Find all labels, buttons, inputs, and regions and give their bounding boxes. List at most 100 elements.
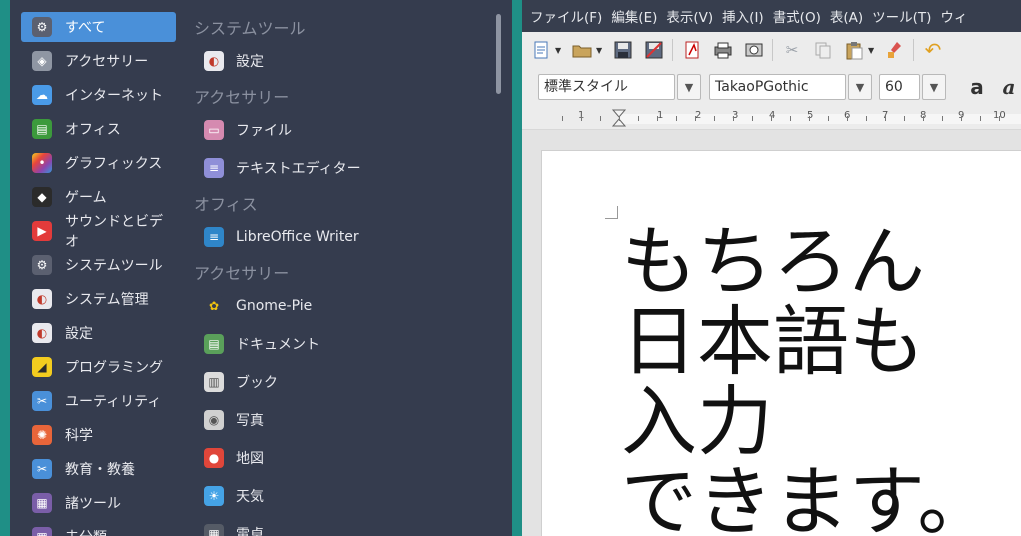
writer-icon: ≡	[204, 227, 224, 247]
menu-item[interactable]: 表示(V)	[666, 6, 713, 26]
text-boundary-corner	[605, 206, 618, 219]
print-preview-icon[interactable]	[742, 38, 766, 62]
app-label: 設定	[236, 54, 264, 70]
category-label: ゲーム	[65, 190, 107, 206]
new-dropdown-icon[interactable]: ▼	[555, 46, 563, 55]
science-icon: ✺	[32, 425, 52, 445]
ruler-tick	[866, 116, 867, 121]
category-item[interactable]: ✂ 教育・教養	[21, 454, 176, 484]
menu-item[interactable]: ツール(T)	[872, 6, 931, 26]
scissors-icon: ✂	[32, 459, 52, 479]
new-document-icon[interactable]	[529, 38, 553, 62]
category-item[interactable]: ▦ 諸ツール	[21, 488, 176, 518]
book-icon: ▥	[204, 372, 224, 392]
category-label: ユーティリティ	[65, 394, 162, 410]
category-item[interactable]: ⚙ システムツール	[21, 250, 176, 280]
export-pdf-icon[interactable]	[680, 38, 704, 62]
category-item[interactable]: • グラフィックス	[21, 148, 176, 178]
toolbar-separator	[913, 39, 914, 61]
font-name-input[interactable]: TakaoPGothic	[709, 74, 846, 100]
menu-item[interactable]: 書式(O)	[773, 6, 821, 26]
camera-icon: ◉	[204, 410, 224, 430]
ruler-tick	[980, 116, 981, 121]
paragraph-style-dropdown-icon[interactable]: ▼	[677, 74, 701, 100]
menu-item[interactable]: 挿入(I)	[722, 6, 764, 26]
font-size-dropdown-icon[interactable]: ▼	[922, 74, 946, 100]
document-line: 日本語も	[621, 297, 925, 386]
paste-icon[interactable]	[842, 38, 866, 62]
app-item[interactable]: ✿ Gnome-Pie	[204, 291, 312, 321]
ruler-tick	[904, 116, 905, 121]
paste-dropdown-icon[interactable]: ▼	[868, 46, 876, 55]
category-item[interactable]: ▦ 未分類	[21, 522, 176, 536]
ruler-tick	[771, 116, 772, 121]
app-label: 写真	[236, 413, 264, 429]
app-item[interactable]: ▭ ファイル	[204, 115, 292, 145]
app-item[interactable]: ◐ 設定	[204, 46, 264, 76]
category-item[interactable]: ◐ システム管理	[21, 284, 176, 314]
menu-scrollbar[interactable]	[496, 14, 501, 94]
undo-icon[interactable]: ↶	[921, 38, 945, 62]
open-dropdown-icon[interactable]: ▼	[596, 46, 604, 55]
game-icon: ◆	[32, 187, 52, 207]
print-icon[interactable]	[711, 38, 735, 62]
category-item[interactable]: ✺ 科学	[21, 420, 176, 450]
section-heading: オフィス	[194, 195, 258, 214]
app-item[interactable]: ▦ 電卓	[204, 519, 264, 536]
ruler-number: 4	[769, 110, 776, 121]
ruler-tick	[695, 116, 696, 121]
category-label: 未分類	[65, 527, 107, 536]
category-item[interactable]: ◢ プログラミング	[21, 352, 176, 382]
document-line: できます。	[621, 457, 994, 536]
save-icon[interactable]	[611, 38, 635, 62]
toggle-icon: ◐	[32, 323, 52, 343]
app-item[interactable]: ◉ 写真	[204, 405, 264, 435]
app-item[interactable]: ● 地図	[204, 443, 264, 473]
menu-item[interactable]: ファイル(F)	[530, 6, 602, 26]
cut-icon[interactable]: ✂	[780, 38, 804, 62]
menu-item[interactable]: 編集(E)	[611, 6, 657, 26]
ruler-tick	[676, 116, 677, 121]
category-item[interactable]: ◆ ゲーム	[21, 182, 176, 212]
category-item[interactable]: ✂ ユーティリティ	[21, 386, 176, 416]
accessories-icon: ◈	[32, 51, 52, 71]
document-text[interactable]: もちろん 日本語も 入力 できます。	[621, 222, 993, 536]
category-item[interactable]: ◈ アクセサリー	[21, 46, 176, 76]
ruler-tick	[600, 116, 601, 121]
save-as-icon[interactable]	[642, 38, 666, 62]
app-item[interactable]: ▤ ドキュメント	[204, 329, 320, 359]
ruler-tick	[847, 116, 848, 121]
play-icon: ▶	[32, 221, 52, 241]
font-size-input[interactable]: 60	[879, 74, 920, 100]
category-label: アクセサリー	[65, 54, 149, 70]
category-item[interactable]: ▤ オフィス	[21, 114, 176, 144]
open-folder-icon[interactable]	[570, 38, 594, 62]
ruler-tick	[828, 116, 829, 121]
menu-item[interactable]: 表(A)	[830, 6, 863, 26]
menu-item[interactable]: ウィ	[940, 6, 967, 26]
app-item[interactable]: ≡ テキストエディター	[204, 153, 361, 183]
ruler-tick	[790, 116, 791, 121]
section-heading: システムツール	[194, 19, 306, 38]
app-item[interactable]: ☀ 天気	[204, 481, 264, 511]
paragraph-style-input[interactable]: 標準スタイル	[538, 74, 675, 100]
category-item[interactable]: ◐ 設定	[21, 318, 176, 348]
app-item[interactable]: ▥ ブック	[204, 367, 278, 397]
toolbar-separator	[672, 39, 673, 61]
menubar: ファイル(F) 編集(E) 表示(V) 挿入(I) 書式(O) 表(A) ツール(T) ウィ	[522, 0, 1021, 32]
italic-icon[interactable]: a	[997, 75, 1021, 99]
scissors-icon: ✂	[32, 391, 52, 411]
font-effects-icon[interactable]: a	[965, 75, 989, 99]
app-label: ブック	[236, 375, 278, 391]
section-heading: アクセサリー	[194, 88, 290, 107]
category-item[interactable]: ▶ サウンドとビデオ	[21, 214, 176, 250]
app-item[interactable]: ≡ LibreOffice Writer	[204, 222, 359, 252]
copy-icon[interactable]	[811, 38, 835, 62]
category-label: 諸ツール	[65, 496, 121, 512]
category-item[interactable]: ☁ インターネット	[21, 80, 176, 110]
font-name-dropdown-icon[interactable]: ▼	[848, 74, 872, 100]
category-item[interactable]: ⚙ すべて	[21, 12, 176, 42]
clone-formatting-icon[interactable]	[883, 38, 907, 62]
horizontal-ruler[interactable]: 112345678910	[522, 106, 1021, 130]
office-icon: ▤	[32, 119, 52, 139]
